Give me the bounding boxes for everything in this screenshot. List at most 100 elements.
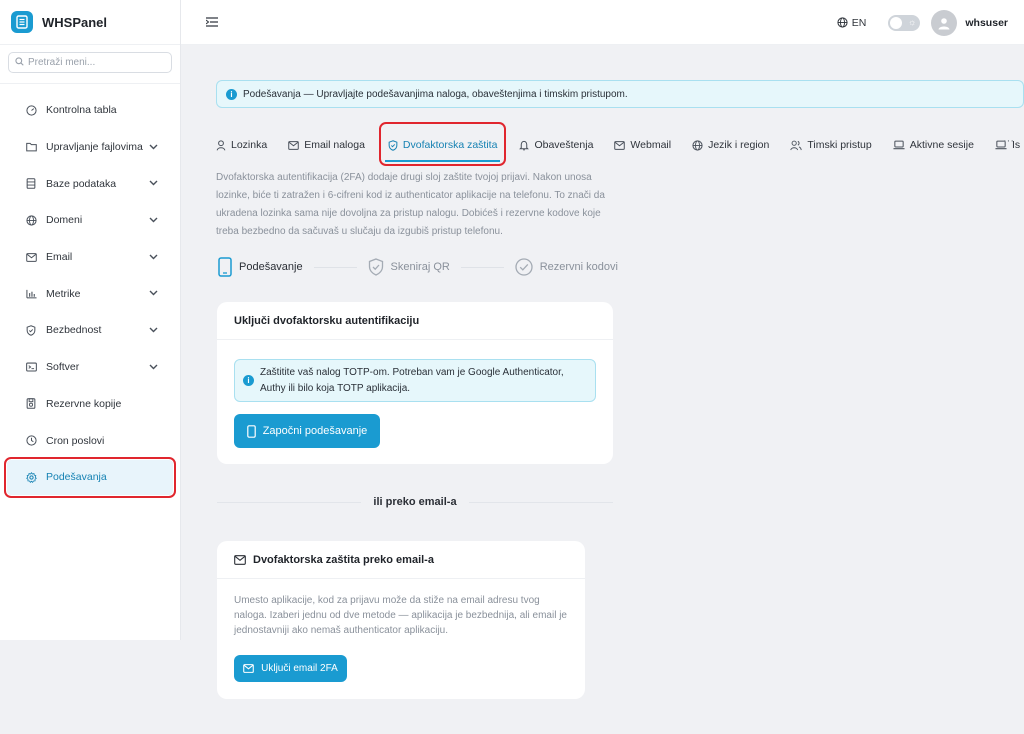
sidebar-item-label: Email — [46, 251, 73, 264]
phone-icon — [246, 424, 256, 438]
gear-icon — [25, 471, 37, 483]
database-icon — [25, 178, 37, 189]
sidebar-item-label: Upravljanje fajlovima — [46, 141, 143, 154]
search-icon — [15, 56, 24, 69]
tab-label: Obaveštenja — [534, 139, 594, 151]
mail-icon — [614, 140, 626, 150]
sidebar-item-softver[interactable]: Softver — [0, 349, 180, 386]
chevron-down-icon[interactable] — [149, 325, 158, 336]
language-switcher[interactable]: EN — [837, 17, 866, 29]
topbar: EN ☼ whsuser — [181, 0, 1024, 45]
menu-toggle-icon[interactable] — [205, 14, 218, 30]
tab-webmail[interactable]: Webmail — [614, 130, 671, 160]
tab-aktivne-sesije[interactable]: Aktivne sesije — [893, 130, 974, 160]
sidebar-item-label: Bezbednost — [46, 324, 102, 337]
sidebar-nav: Kontrolna tabla Upravljanje fajlovima Baze… — [0, 84, 180, 498]
tabs-more-button[interactable]: ··· — [1003, 135, 1014, 147]
step-backup-codes: Rezervni kodovi — [515, 258, 618, 276]
sidebar-item-upravljanje-fajlovima[interactable]: Upravljanje fajlovima — [0, 129, 180, 166]
check-circle-icon — [515, 258, 533, 276]
sidebar-item-label: Rezervne kopije — [46, 397, 122, 410]
search-placeholder: Pretraži meni... — [28, 57, 96, 68]
sidebar-item-rezervne-kopije[interactable]: Rezervne kopije — [0, 386, 180, 423]
mail-icon — [234, 554, 246, 565]
sidebar-item-bezbednost[interactable]: Bezbednost — [0, 312, 180, 349]
divider-text: ili preko email-a — [373, 496, 457, 508]
tab-label: Webmail — [630, 139, 672, 151]
chevron-down-icon[interactable] — [149, 215, 158, 226]
sidebar-item-label: Softver — [46, 361, 80, 374]
sidebar-item-email[interactable]: Email — [0, 239, 180, 276]
sidebar-item-domeni[interactable]: Domeni — [0, 202, 180, 239]
phone-icon — [218, 257, 232, 277]
chevron-down-icon[interactable] — [149, 288, 158, 299]
divider-line — [217, 501, 362, 503]
mail-icon — [25, 252, 37, 262]
enable-email-2fa-button[interactable]: Uključi email 2FA — [234, 655, 347, 682]
two-factor-description: Dvofaktorska autentifikacija (2FA) dodaj… — [216, 172, 605, 237]
sidebar-item-label: Podešavanja — [46, 471, 107, 484]
clock-icon — [25, 435, 37, 446]
sidebar-item-label: Baze podataka — [46, 177, 117, 190]
sidebar-item-pode-avanja[interactable]: Podešavanja — [4, 456, 176, 498]
menu-search-input[interactable]: Pretraži meni... — [8, 52, 172, 73]
bell-icon — [519, 140, 530, 151]
folder-icon — [25, 142, 37, 152]
sidebar-item-metrike[interactable]: Metrike — [0, 275, 180, 312]
step-label: Skeniraj QR — [390, 261, 450, 273]
username[interactable]: whsuser — [965, 17, 1008, 29]
dashboard-icon — [25, 105, 37, 116]
mail-icon — [243, 664, 254, 673]
tab-obave-tenja[interactable]: Obaveštenja — [519, 130, 593, 160]
sidebar-item-label: Cron poslovi — [46, 434, 105, 447]
start-setup-label: Započni podešavanje — [262, 425, 368, 437]
shield-icon — [388, 139, 398, 151]
laptop-icon — [893, 140, 905, 150]
brand-name: WHSPanel — [42, 14, 108, 30]
tab-lozinka[interactable]: Lozinka — [216, 130, 267, 160]
settings-tabs: Lozinka Email naloga Dvofaktorska zaštita O… — [216, 122, 1024, 166]
main-content: i Podešavanja — Upravljajte podešavanjim… — [181, 45, 1024, 734]
tab-label: Jezik i region — [708, 139, 770, 151]
totp-alert-text: Zaštitite vaš nalog TOTP-om. Potreban va… — [260, 366, 564, 394]
terminal-icon — [25, 362, 37, 372]
avatar[interactable] — [931, 9, 958, 36]
users-icon — [790, 140, 803, 151]
sidebar-item-baze-podataka[interactable]: Baze podataka — [0, 165, 180, 202]
divider-line — [468, 501, 613, 503]
chevron-down-icon[interactable] — [149, 362, 158, 373]
email-2fa-description: Umesto aplikacije, kod za prijavu može d… — [234, 595, 567, 636]
email-2fa-card: Dvofaktorska zaštita preko email-a Umest… — [217, 541, 585, 699]
setup-stepper: Podešavanje Skeniraj QR Rezervni kodovi — [218, 255, 618, 279]
globe-icon — [25, 215, 37, 226]
sidebar-item-kontrolna-tabla[interactable]: Kontrolna tabla — [0, 92, 180, 129]
email-2fa-card-header: Dvofaktorska zaštita preko email-a — [217, 541, 585, 579]
sidebar-item-label: Domeni — [46, 214, 83, 227]
chevron-down-icon[interactable] — [149, 252, 158, 263]
tab-label: Timski pristup — [807, 139, 872, 151]
info-banner: i Podešavanja — Upravljajte podešavanjim… — [216, 80, 1024, 108]
logo-icon — [11, 11, 33, 33]
step-label: Podešavanje — [239, 261, 303, 273]
tab-label: Aktivne sesije — [909, 139, 974, 151]
step-label: Rezervni kodovi — [539, 261, 618, 273]
chevron-down-icon[interactable] — [149, 142, 158, 153]
brand[interactable]: WHSPanel — [0, 0, 180, 45]
chevron-down-icon[interactable] — [149, 178, 158, 189]
info-icon: i — [243, 375, 254, 386]
sidebar-item-label: Metrike — [46, 287, 81, 300]
shield-check-icon — [368, 258, 384, 276]
tab-label: Email naloga — [304, 139, 365, 151]
theme-toggle[interactable]: ☼ — [888, 14, 921, 31]
tab-jezik-i-region[interactable]: Jezik i region — [692, 130, 769, 160]
tab-email-naloga[interactable]: Email naloga — [288, 130, 365, 160]
start-setup-button[interactable]: Započni podešavanje — [234, 414, 380, 448]
step-setup: Podešavanje — [218, 257, 303, 277]
backup-icon — [25, 398, 37, 410]
tab-dvofaktorska-za-tita[interactable]: Dvofaktorska zaštita — [378, 122, 506, 166]
tab-timski-pristup[interactable]: Timski pristup — [790, 130, 872, 160]
sidebar-item-cron-poslovi[interactable]: Cron poslovi — [0, 422, 180, 459]
globe-icon — [692, 139, 703, 151]
step-connector — [460, 266, 504, 268]
step-connector — [313, 266, 357, 268]
